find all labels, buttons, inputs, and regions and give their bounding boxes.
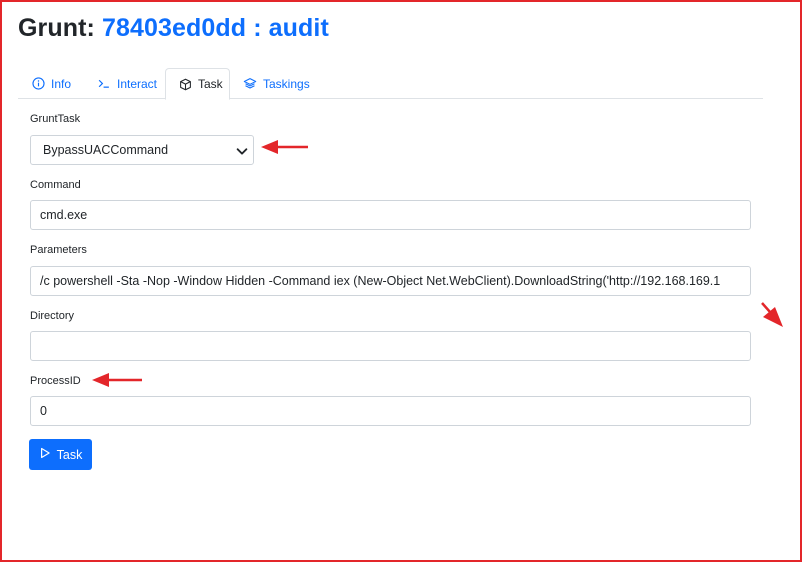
- layers-icon: [243, 77, 257, 91]
- command-label: Command: [30, 179, 81, 191]
- tab-taskings-label: Taskings: [263, 76, 310, 91]
- page-title-prefix: Grunt:: [18, 14, 103, 42]
- grunttask-selected-value: BypassUACCommand: [43, 143, 169, 157]
- command-input[interactable]: cmd.exe: [30, 200, 751, 230]
- grunttask-label: GruntTask: [30, 113, 81, 125]
- play-icon: [39, 447, 51, 462]
- parameters-input[interactable]: /c powershell -Sta -Nop -Window Hidden -…: [30, 266, 751, 296]
- tab-task[interactable]: Task: [165, 68, 230, 100]
- tab-info-label: Info: [51, 76, 72, 91]
- grunt-id: 78403ed0dd : audit: [102, 14, 329, 42]
- chevron-down-icon: [235, 144, 249, 158]
- tab-interact-label: Interact: [117, 76, 158, 91]
- processid-input[interactable]: 0: [30, 396, 751, 426]
- parameters-label: Parameters: [30, 244, 87, 256]
- task-submit-label: Task: [56, 447, 83, 462]
- tab-interact[interactable]: Interact: [97, 68, 157, 99]
- page-title: Grunt: 78403ed0dd : audit: [18, 14, 329, 43]
- annotation-arrow-processid: [92, 373, 142, 387]
- processid-label: ProcessID: [30, 375, 81, 387]
- tab-taskings[interactable]: Taskings: [243, 68, 310, 99]
- grunttask-select[interactable]: BypassUACCommand: [30, 135, 254, 165]
- terminal-prompt-icon: [97, 77, 111, 91]
- task-submit-button[interactable]: Task: [29, 439, 92, 470]
- directory-input[interactable]: [30, 331, 751, 361]
- info-circle-icon: [31, 77, 45, 91]
- tab-info[interactable]: Info: [31, 68, 71, 99]
- tab-bar: Info Interact Task Taskings: [18, 68, 763, 100]
- box-icon: [178, 77, 192, 91]
- tab-task-label: Task: [198, 77, 223, 91]
- annotation-arrow-grunttask: [261, 140, 308, 154]
- annotation-arrow-parameters: [761, 302, 783, 327]
- directory-label: Directory: [30, 310, 75, 322]
